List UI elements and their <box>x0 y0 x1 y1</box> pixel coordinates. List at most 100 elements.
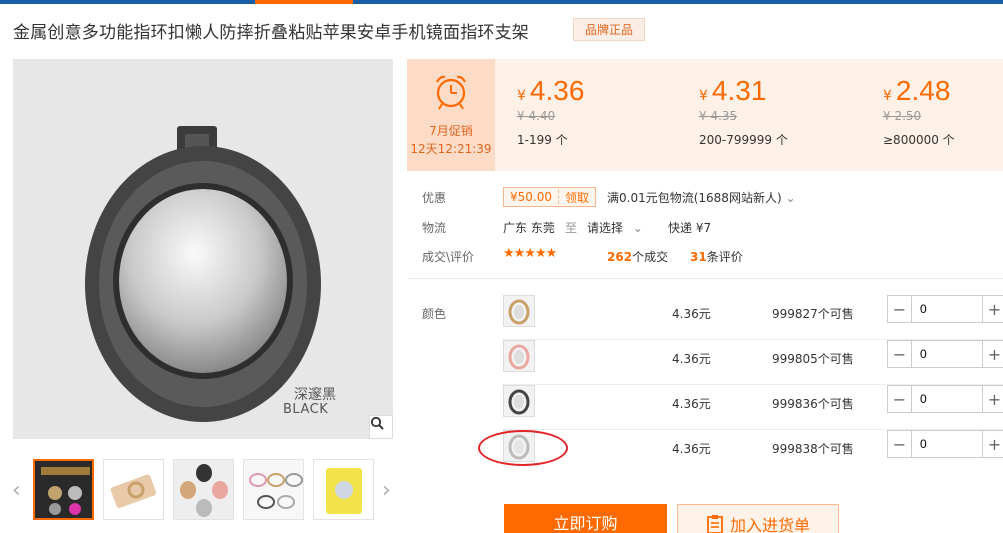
review-count[interactable]: 31条评价 <box>690 248 743 265</box>
currency-symbol: ¥ <box>517 88 526 104</box>
add-to-stock-button[interactable]: 加入进货单 <box>677 504 839 533</box>
tier-original-price: ¥ 4.40 <box>517 109 556 123</box>
variant-stock: 999805个可售 <box>772 352 854 366</box>
magnifier-icon <box>370 416 384 430</box>
tier-price: 4.31 <box>711 75 767 106</box>
promo-dropdown[interactable]: 满0.01元包物流(1688网站新人) ⌄ <box>607 189 796 206</box>
thumb-next-icon[interactable]: › <box>382 478 391 503</box>
color-swatch-gold[interactable] <box>503 295 535 327</box>
variant-price: 4.36元 <box>672 352 711 366</box>
product-title: 金属创意多功能指环扣懒人防摔折叠粘贴苹果安卓手机镜面指环支架 <box>13 23 529 43</box>
review-count-suffix: 条评价 <box>706 250 743 264</box>
thumbnail-image <box>104 460 163 519</box>
ring-gold-icon <box>508 299 530 325</box>
image-color-caption-en: BLACK <box>283 402 329 417</box>
ship-from: 广东 东莞 <box>503 221 555 235</box>
tier-price: 4.36 <box>529 75 585 106</box>
quantity-stepper: − + <box>887 340 1003 368</box>
variant-row: 4.36元 999805个可售 − + <box>497 340 1003 385</box>
increment-button[interactable]: + <box>983 386 1003 412</box>
coupon-button[interactable]: ¥50.00 领取 <box>503 187 597 207</box>
promo-text: 满0.01元包物流(1688网站新人) <box>607 191 782 205</box>
section-divider <box>407 278 1003 279</box>
deal-count: 262个成交 <box>607 248 668 265</box>
color-swatch-rose-gold[interactable] <box>503 340 535 372</box>
color-swatch-black[interactable] <box>503 385 535 417</box>
thumbnail[interactable] <box>103 459 164 520</box>
variant-stock: 999827个可售 <box>772 307 854 321</box>
variant-row: 4.36元 999838个可售 − + <box>497 430 1003 475</box>
decrement-button[interactable]: − <box>888 386 911 412</box>
coupon-amount: ¥50.00 <box>504 190 559 204</box>
variant-stock: 999838个可售 <box>772 442 854 456</box>
currency-symbol: ¥ <box>883 88 892 104</box>
tier-quantity-range: 200-799999 个 <box>699 133 788 147</box>
offers-label: 优惠 <box>422 191 447 205</box>
variant-price: 4.36元 <box>672 397 711 411</box>
brand-badge: 品牌正品 <box>573 18 646 41</box>
image-color-caption: 深邃黑 <box>294 387 336 403</box>
coupon-claim: 领取 <box>565 190 590 205</box>
quantity-input[interactable] <box>911 386 983 412</box>
thumbnail[interactable] <box>173 459 234 520</box>
variant-row: 4.36元 999827个可售 − + <box>497 295 1003 340</box>
ring-holder-illustration <box>85 126 321 422</box>
variant-price: 4.36元 <box>672 307 711 321</box>
clipboard-icon <box>707 515 723 533</box>
thumbnail-image <box>244 460 303 519</box>
rating-stars: ★★★★★ <box>503 246 557 261</box>
decrement-button[interactable]: − <box>888 431 911 457</box>
decrement-button[interactable]: − <box>888 296 911 322</box>
increment-button[interactable]: + <box>983 296 1003 322</box>
currency-symbol: ¥ <box>699 88 708 104</box>
deals-label: 成交\评价 <box>422 250 475 264</box>
ring-rose-gold-icon <box>508 344 530 370</box>
quantity-stepper: − + <box>887 430 1003 458</box>
tier-original-price: ¥ 2.50 <box>883 109 922 123</box>
logistics-label: 物流 <box>422 221 447 235</box>
tier-quantity-range: 1-199 个 <box>517 133 568 147</box>
alarm-clock-icon <box>436 75 466 110</box>
increment-button[interactable]: + <box>983 341 1003 367</box>
thumbnail[interactable] <box>243 459 304 520</box>
express-fee: 快递 ¥7 <box>668 221 712 235</box>
thumbnail-image <box>314 460 373 519</box>
chevron-down-icon: ⌄ <box>632 221 643 235</box>
top-nav-bar <box>0 0 1003 4</box>
promo-label: 7月促销 <box>429 124 473 138</box>
highlight-circle-annotation <box>478 430 568 466</box>
variant-row: 4.36元 999836个可售 − + <box>497 385 1003 430</box>
variant-price: 4.36元 <box>672 442 711 456</box>
ship-to-word: 至 <box>565 221 578 235</box>
ring-black-icon <box>508 389 530 415</box>
deal-count-number: 262 <box>607 250 633 264</box>
destination-select-label: 请选择 <box>587 221 624 235</box>
promo-countdown: 12天12:21:39 <box>410 142 492 156</box>
zoom-button[interactable] <box>369 415 393 439</box>
increment-button[interactable]: + <box>983 431 1003 457</box>
quantity-input[interactable] <box>911 341 983 367</box>
price-tier-2: ¥4.31 ¥ 4.35 200-799999 个 <box>699 75 788 148</box>
thumbnail-image <box>35 461 92 518</box>
variant-stock: 999836个可售 <box>772 397 854 411</box>
thumb-prev-icon[interactable]: ‹ <box>12 478 21 503</box>
decrement-button[interactable]: − <box>888 341 911 367</box>
thumbnail[interactable] <box>33 459 94 520</box>
promo-panel: 7月促销 12天12:21:39 <box>407 59 495 171</box>
main-product-image: 深邃黑 BLACK <box>13 59 393 439</box>
quantity-stepper: − + <box>887 385 1003 413</box>
quantity-input[interactable] <box>911 431 983 457</box>
review-count-number: 31 <box>690 250 707 264</box>
tier-quantity-range: ≥800000 个 <box>883 133 955 147</box>
thumbnail-image <box>174 460 233 519</box>
color-label: 颜色 <box>422 307 447 321</box>
thumbnail[interactable] <box>313 459 374 520</box>
top-nav-active-indicator <box>255 0 353 4</box>
quantity-stepper: − + <box>887 295 1003 323</box>
tier-original-price: ¥ 4.35 <box>699 109 738 123</box>
destination-select[interactable]: 请选择 ⌄ <box>587 219 643 236</box>
quantity-input[interactable] <box>911 296 983 322</box>
buy-now-button[interactable]: 立即订购 <box>504 504 667 533</box>
add-to-stock-label: 加入进货单 <box>729 516 810 533</box>
price-tier-1: ¥4.36 ¥ 4.40 1-199 个 <box>517 75 584 148</box>
